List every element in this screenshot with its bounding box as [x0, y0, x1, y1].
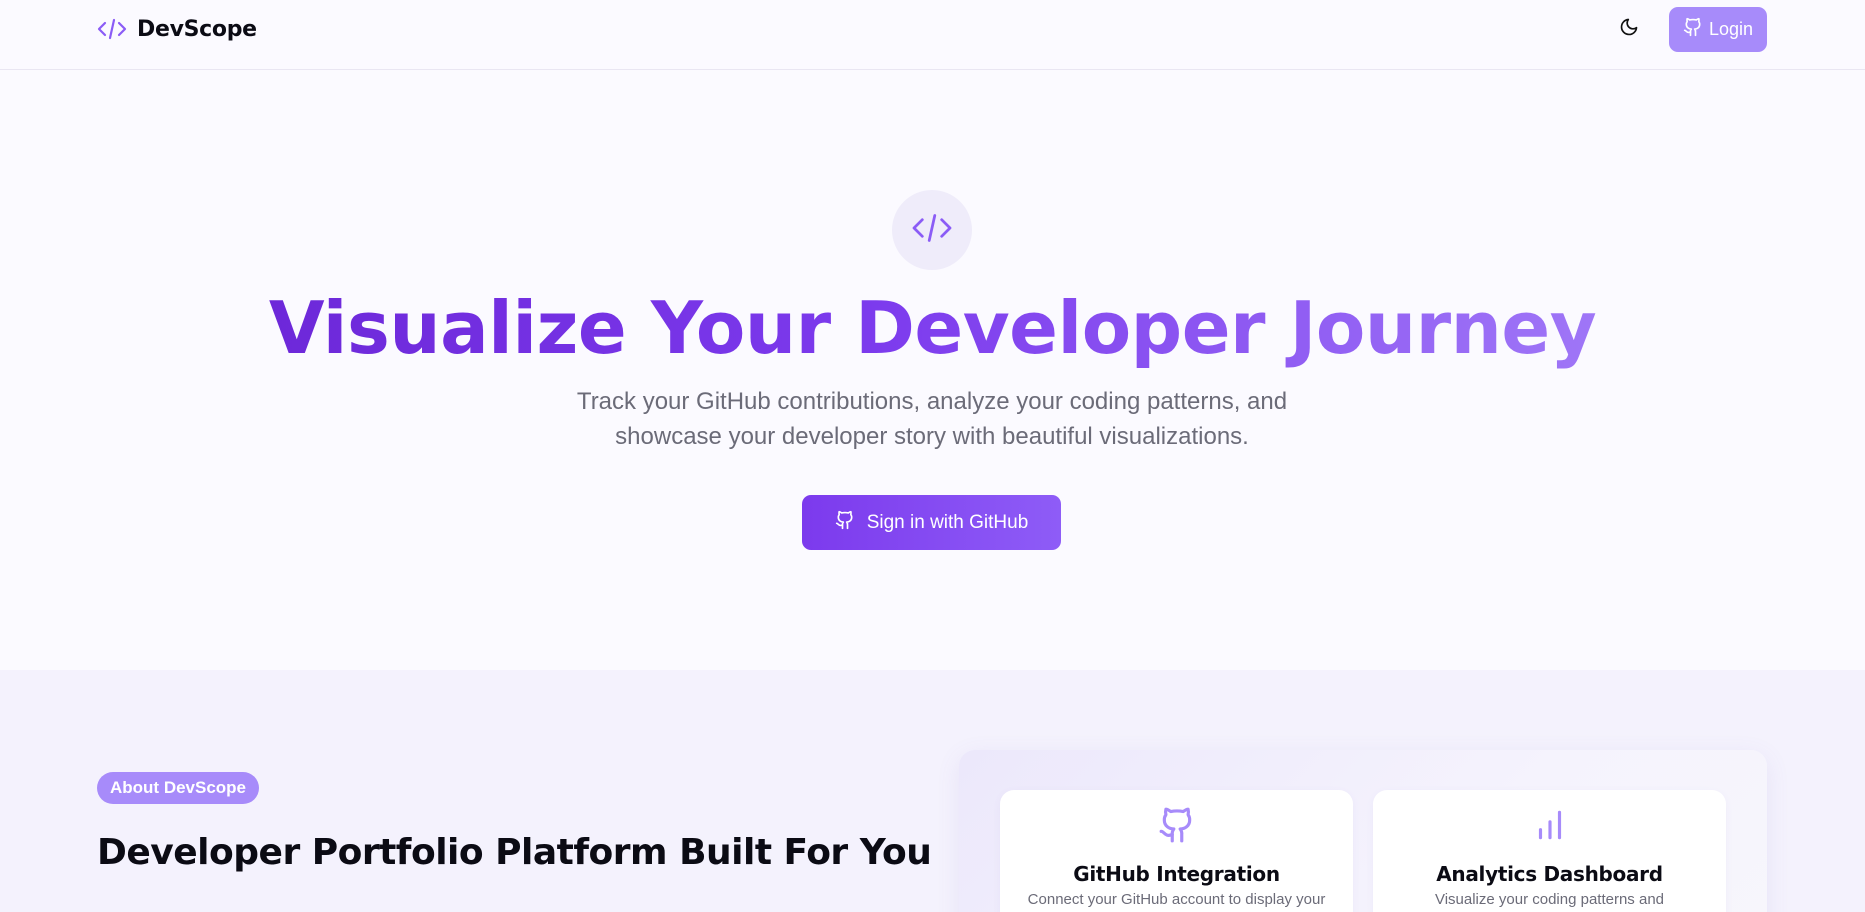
theme-toggle-button[interactable]	[1614, 14, 1644, 44]
brand[interactable]: DevScope	[97, 14, 257, 44]
hero-code-badge	[892, 190, 972, 270]
brand-name: DevScope	[137, 16, 257, 42]
hero-title: Visualize Your Developer Journey	[0, 280, 1865, 376]
code-icon	[911, 210, 953, 251]
feature-card-analytics-dashboard: Analytics Dashboard Visualize your codin…	[1373, 790, 1726, 912]
github-icon	[1158, 806, 1196, 849]
feature-title: Analytics Dashboard	[1436, 862, 1663, 886]
about-title: Developer Portfolio Platform Built For Y…	[97, 832, 932, 873]
sign-in-github-label: Sign in with GitHub	[866, 511, 1029, 533]
feature-title: GitHub Integration	[1073, 862, 1280, 886]
hero-subtitle: Track your GitHub contributions, analyze…	[576, 388, 1288, 450]
bar-chart-icon	[1531, 806, 1569, 849]
code-icon	[97, 16, 127, 42]
about-badge: About DevScope	[97, 772, 260, 804]
feature-description: Visualize your coding patterns and	[1434, 891, 1665, 908]
feature-panel: GitHub Integration Connect your GitHub a…	[959, 750, 1767, 912]
feature-card-github-integration: GitHub Integration Connect your GitHub a…	[1000, 790, 1353, 912]
github-icon	[835, 510, 855, 536]
feature-description: Connect your GitHub account to display y…	[1027, 891, 1326, 908]
moon-icon	[1619, 17, 1639, 42]
top-nav: DevScope Login	[0, 0, 1865, 70]
github-icon	[1683, 17, 1703, 42]
about-section: About DevScope Developer Portfolio Platf…	[0, 670, 1865, 912]
login-button[interactable]: Login	[1669, 7, 1767, 52]
hero-title-text: Visualize Your Developer Journey	[268, 286, 1597, 370]
login-label: Login	[1708, 19, 1754, 39]
sign-in-github-button[interactable]: Sign in with GitHub	[802, 495, 1061, 550]
